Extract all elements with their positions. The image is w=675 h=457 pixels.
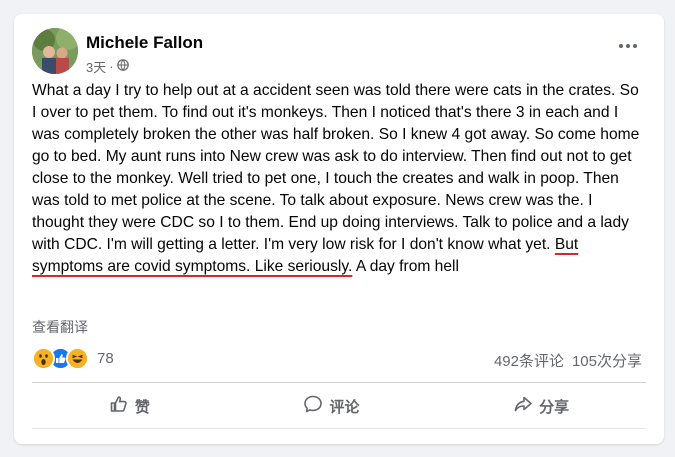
post-meta: 3天 · <box>86 57 129 76</box>
divider <box>32 382 646 383</box>
comment-bubble-icon <box>303 394 323 418</box>
avatar[interactable] <box>32 28 78 74</box>
globe-icon <box>116 59 129 74</box>
like-label: 赞 <box>134 398 150 416</box>
author-name[interactable]: Michele Fallon <box>86 33 203 53</box>
comment-count[interactable]: 492条评论 <box>494 350 564 371</box>
more-options-icon[interactable] <box>614 36 642 56</box>
wow-reaction-icon <box>32 347 55 370</box>
share-button[interactable]: 分享 <box>493 390 589 422</box>
see-translation-link[interactable]: 查看翻译 <box>32 317 88 337</box>
haha-reaction-icon <box>66 347 89 370</box>
comment-button[interactable]: 评论 <box>283 390 379 422</box>
share-arrow-icon <box>513 394 533 418</box>
post-card: Michele Fallon 3天 · What a day I try to … <box>14 14 664 444</box>
bottom-divider <box>32 428 646 429</box>
action-bar: 赞 评论 分享 <box>32 388 646 424</box>
share-label: 分享 <box>539 398 570 416</box>
post-time[interactable]: 3天 <box>86 57 106 76</box>
comment-label: 评论 <box>329 398 360 416</box>
engagement-stats: 492条评论 105次分享 <box>494 350 642 371</box>
reaction-count: 78 <box>97 350 114 367</box>
share-count[interactable]: 105次分享 <box>572 350 642 371</box>
thumbs-up-icon <box>109 394 129 418</box>
post-body: What a day I try to help out at a accide… <box>32 80 644 278</box>
reactions-summary[interactable]: 78 <box>32 347 114 370</box>
like-button[interactable]: 赞 <box>89 390 170 422</box>
post-body-end: A day from hell <box>352 258 459 275</box>
post-body-main: What a day I try to help out at a accide… <box>32 82 640 253</box>
